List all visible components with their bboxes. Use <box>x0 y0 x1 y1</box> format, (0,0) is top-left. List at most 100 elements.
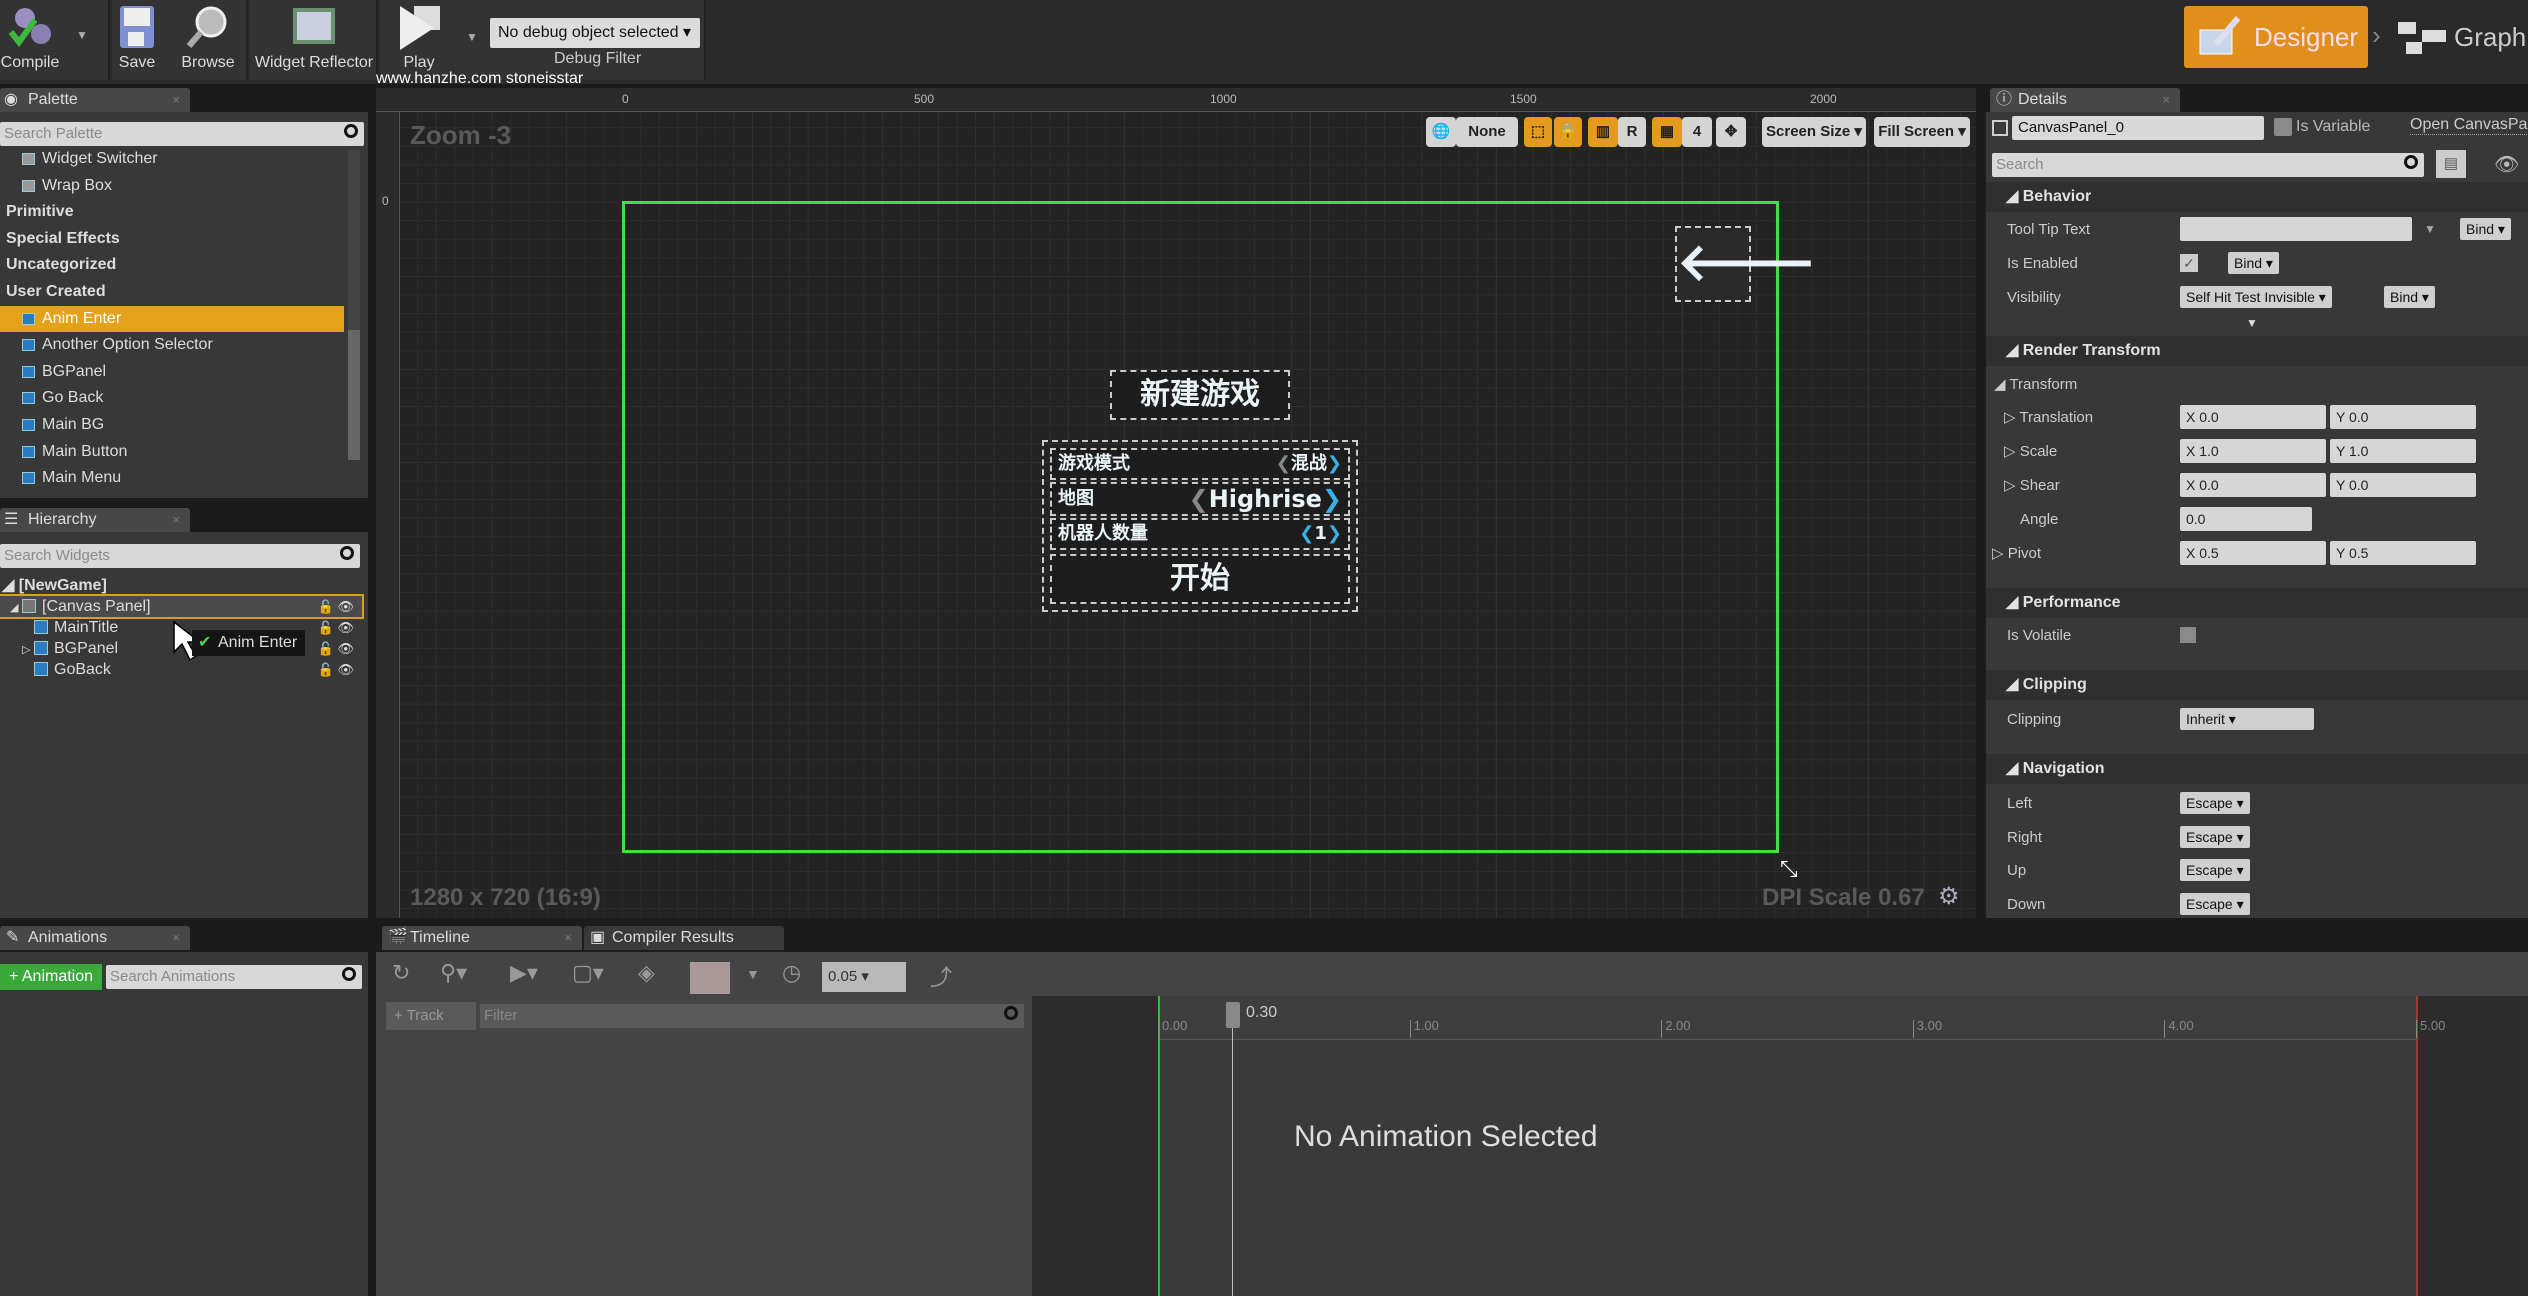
eye-visibility-icon[interactable]: 👁 <box>2494 152 2519 177</box>
compile-button[interactable]: Compile <box>0 2 60 76</box>
tab-animations[interactable]: ✎ Animations × <box>0 926 190 950</box>
palette-category[interactable]: User Created <box>0 279 344 305</box>
clipping-dropdown[interactable]: Inherit ▾ <box>2180 708 2314 730</box>
palette-category[interactable]: Uncategorized <box>0 252 344 278</box>
option-row-mode[interactable]: 游戏模式 ❮混战❯ <box>1050 448 1350 480</box>
color-swatch[interactable] <box>690 962 730 994</box>
dropdown-icon[interactable]: ▼ <box>746 966 760 982</box>
advanced-expand-icon[interactable]: ▼ <box>2246 316 2258 330</box>
palette-category[interactable]: Special Effects <box>0 226 344 252</box>
widget-name-input[interactable]: CanvasPanel_0 <box>2012 116 2264 140</box>
expand-arrow-icon[interactable]: ▷ <box>22 640 34 661</box>
section-render-transform[interactable]: ◢ Render Transform <box>1986 336 2528 366</box>
frame-icon[interactable]: ▢▾ <box>572 960 604 986</box>
snap-none-dropdown[interactable]: None <box>1456 117 1518 147</box>
fit-button[interactable]: ✥ <box>1716 117 1746 147</box>
transform-keys-icon[interactable]: ◈ <box>638 960 655 986</box>
reset-button[interactable]: R <box>1618 117 1646 147</box>
go-back-button[interactable]: 🡐 <box>1675 226 1816 302</box>
save-button[interactable]: Save <box>112 2 162 76</box>
timeline-track-area[interactable] <box>1032 996 2528 1296</box>
lock-toggle[interactable]: 🔒 <box>1554 117 1582 147</box>
play-button[interactable]: Play <box>384 2 454 76</box>
option-selector[interactable]: ❮混战❯ <box>1276 450 1342 478</box>
palette-category[interactable]: Primitive <box>0 199 344 225</box>
lock-visibility-icons[interactable]: 🔓 👁 <box>318 596 354 617</box>
track-filter-input[interactable]: Filter <box>480 1004 1024 1028</box>
palette-item[interactable]: BGPanel <box>0 359 344 385</box>
compile-dropdown-icon[interactable]: ▼ <box>76 28 88 42</box>
curve-icon[interactable]: ⤴ <box>930 960 952 992</box>
tab-timeline[interactable]: 🎬 Timeline × <box>382 926 582 950</box>
shear-x-input[interactable]: X 0.0 <box>2180 473 2326 497</box>
is-variable-checkbox[interactable] <box>2274 118 2292 136</box>
designer-mode-button[interactable]: Designer <box>2184 6 2368 68</box>
option-selector[interactable]: ❮Highrise❯ <box>1189 484 1342 514</box>
visibility-dropdown[interactable]: Self Hit Test Invisible ▾ <box>2180 286 2332 308</box>
palette-scrollbar[interactable] <box>348 150 360 460</box>
debug-object-dropdown[interactable]: No debug object selected ▾ <box>490 18 700 48</box>
snap-interval-dropdown[interactable]: 0.05 ▾ <box>822 962 906 992</box>
tab-compiler-results[interactable]: ▣ Compiler Results <box>584 926 784 950</box>
play-dropdown-icon[interactable]: ▼ <box>466 30 478 44</box>
bind-button[interactable]: Bind ▾ <box>2384 286 2435 308</box>
palette-item[interactable]: Wrap Box <box>0 173 344 199</box>
scale-y-input[interactable]: Y 1.0 <box>2330 439 2476 463</box>
grid-snap-toggle[interactable]: ▦ <box>1652 117 1682 147</box>
world-space-button[interactable]: 🌐 <box>1426 117 1456 147</box>
navigation-dropdown[interactable]: Escape ▾ <box>2180 825 2250 848</box>
tab-hierarchy[interactable]: ☰ Hierarchy × <box>0 508 190 532</box>
graph-mode-button[interactable]: Graph <box>2396 6 2528 68</box>
details-search-input[interactable]: Search <box>1992 153 2424 177</box>
palette-item[interactable]: Another Option Selector <box>0 332 344 358</box>
palette-item[interactable]: Widget Switcher <box>0 146 344 172</box>
play-icon[interactable]: ▶▾ <box>510 960 538 986</box>
tooltip-text-input[interactable] <box>2180 217 2412 241</box>
tab-palette[interactable]: ◉ Palette × <box>0 88 190 112</box>
tab-details[interactable]: ⓘ Details × <box>1990 88 2180 112</box>
palette-item[interactable]: Go Back <box>0 385 344 411</box>
shear-y-input[interactable]: Y 0.0 <box>2330 473 2476 497</box>
navigation-dropdown[interactable]: Escape ▾ <box>2180 792 2250 814</box>
is-volatile-checkbox[interactable] <box>2180 627 2196 643</box>
add-track-button[interactable]: + Track <box>386 1002 476 1030</box>
lock-visibility-icons[interactable]: 🔓 👁 <box>318 659 354 680</box>
close-icon[interactable]: × <box>172 88 180 112</box>
lock-visibility-icons[interactable]: 🔓 👁 <box>318 617 354 638</box>
palette-item[interactable]: Main BG <box>0 412 344 438</box>
option-row-bots[interactable]: 机器人数量 ❮1❯ <box>1050 518 1350 550</box>
widget-reflector-button[interactable]: Widget Reflector <box>252 2 376 76</box>
main-title-text[interactable]: 新建游戏 <box>1110 370 1290 420</box>
section-navigation[interactable]: ◢ Navigation <box>1986 754 2528 784</box>
section-performance[interactable]: ◢ Performance <box>1986 588 2528 618</box>
start-button[interactable]: 开始 <box>1050 554 1350 604</box>
angle-input[interactable]: 0.0 <box>2180 507 2312 531</box>
hierarchy-item[interactable]: ◢ [Canvas Panel] 🔓 👁 <box>0 594 364 619</box>
section-behavior[interactable]: ◢ Behavior <box>1986 182 2528 212</box>
palette-item[interactable]: Main Menu <box>0 465 344 491</box>
translation-y-input[interactable]: Y 0.0 <box>2330 405 2476 429</box>
expand-arrow-icon[interactable]: ◢ <box>10 598 22 619</box>
pivot-y-input[interactable]: Y 0.5 <box>2330 541 2476 565</box>
open-canvas-panel-link[interactable]: Open CanvasPa <box>2410 116 2528 135</box>
fill-screen-dropdown[interactable]: Fill Screen ▾ <box>1874 117 1970 147</box>
navigation-dropdown[interactable]: Escape ▾ <box>2180 859 2250 881</box>
playhead-handle[interactable] <box>1226 1002 1240 1028</box>
navigation-dropdown[interactable]: Escape ▾ <box>2180 892 2250 915</box>
property-matrix-button[interactable]: ▤ <box>2436 150 2466 178</box>
key-icon[interactable]: ⚲▾ <box>440 960 467 986</box>
palette-search-input[interactable]: Search Palette <box>0 122 364 146</box>
screen-size-dropdown[interactable]: Screen Size ▾ <box>1762 117 1866 147</box>
option-selector[interactable]: ❮1❯ <box>1299 520 1342 548</box>
respect-locks-toggle[interactable]: ▥ <box>1588 117 1618 147</box>
pivot-x-input[interactable]: X 0.5 <box>2180 541 2326 565</box>
lock-visibility-icons[interactable]: 🔓 👁 <box>318 638 354 659</box>
close-icon[interactable]: × <box>564 926 572 950</box>
translation-x-input[interactable]: X 0.0 <box>2180 405 2326 429</box>
resize-handle-icon[interactable]: ⤡ <box>1780 856 1798 882</box>
palette-item[interactable]: Main Button <box>0 439 344 465</box>
animations-search-input[interactable]: Search Animations <box>106 965 362 989</box>
bind-button[interactable]: Bind ▾ <box>2228 252 2279 274</box>
outline-toggle[interactable]: ⬚ <box>1524 117 1552 147</box>
browse-button[interactable]: Browse <box>178 2 238 76</box>
